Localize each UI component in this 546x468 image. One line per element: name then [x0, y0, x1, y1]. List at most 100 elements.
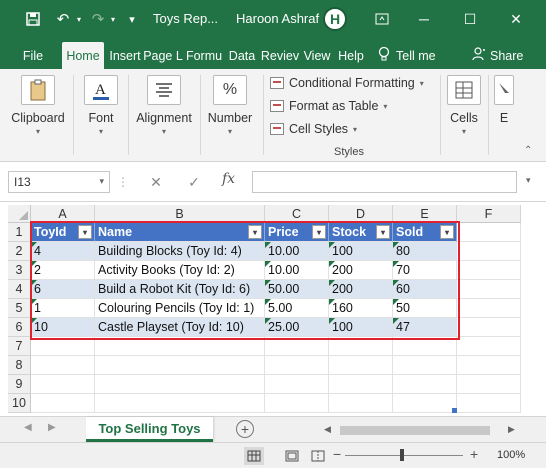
expand-formula-bar-icon[interactable]: ▾: [526, 175, 531, 186]
scrollbar-thumb[interactable]: [340, 426, 490, 435]
worksheet-grid[interactable]: A B C D E F 1 2 3 4 5 6 7 8 9 10 ToyId ▾ Name ▾ Price ▾ Stock ▾…: [8, 205, 530, 416]
column-header-f[interactable]: F: [457, 205, 521, 223]
filter-dropdown-icon[interactable]: ▾: [440, 225, 454, 239]
table-cell[interactable]: 50.00: [265, 280, 329, 299]
maximize-icon[interactable]: ☐: [450, 0, 490, 38]
row-header-6[interactable]: 6: [8, 318, 31, 337]
share-button[interactable]: Share: [472, 42, 523, 69]
column-header-d[interactable]: D: [329, 205, 393, 223]
customize-qat-icon[interactable]: ▾: [124, 0, 140, 38]
table-cell[interactable]: 5.00: [265, 299, 329, 318]
cell-f1[interactable]: [457, 223, 521, 242]
filter-dropdown-icon[interactable]: ▾: [312, 225, 326, 239]
table-header-cell[interactable]: ToyId ▾: [31, 223, 95, 242]
cells-group[interactable]: Cells ▾: [445, 69, 483, 161]
table-cell[interactable]: 10.00: [265, 261, 329, 280]
select-all-corner[interactable]: [8, 205, 31, 223]
zoom-level[interactable]: 100%: [497, 449, 525, 461]
cell-f9[interactable]: [457, 375, 521, 394]
table-cell[interactable]: 10.00: [265, 242, 329, 261]
table-cell[interactable]: 200: [329, 261, 393, 280]
zoom-slider-track[interactable]: [345, 455, 463, 456]
cell-e9[interactable]: [393, 375, 457, 394]
row-header-5[interactable]: 5: [8, 299, 31, 318]
row-header-1[interactable]: 1: [8, 223, 31, 242]
redo-dropdown-icon[interactable]: ▾: [108, 0, 118, 38]
table-cell[interactable]: 1: [31, 299, 95, 318]
enter-icon[interactable]: ✓: [184, 171, 204, 193]
table-cell[interactable]: 200: [329, 280, 393, 299]
page-layout-view-icon[interactable]: [282, 447, 302, 465]
undo-icon[interactable]: ↶: [50, 0, 76, 38]
table-cell[interactable]: 50: [393, 299, 457, 318]
chevron-down-icon[interactable]: ▾: [99, 176, 104, 187]
formula-input[interactable]: [252, 171, 517, 193]
insert-function-icon[interactable]: fx: [222, 171, 235, 187]
row-header-3[interactable]: 3: [8, 261, 31, 280]
cell-d10[interactable]: [329, 394, 393, 413]
table-header-cell[interactable]: Sold ▾: [393, 223, 457, 242]
redo-icon[interactable]: ↷: [88, 0, 108, 38]
table-cell[interactable]: 6: [31, 280, 95, 299]
table-cell[interactable]: 100: [329, 318, 393, 337]
row-header-10[interactable]: 10: [8, 394, 31, 413]
tab-insert[interactable]: Insert: [107, 42, 143, 69]
table-header-cell[interactable]: Stock ▾: [329, 223, 393, 242]
cell-b10[interactable]: [95, 394, 265, 413]
cell-f2[interactable]: [457, 242, 521, 261]
ribbon-display-icon[interactable]: [362, 0, 402, 38]
cell-e10[interactable]: [393, 394, 457, 413]
column-header-a[interactable]: A: [31, 205, 95, 223]
table-cell[interactable]: Castle Playset (Toy Id: 10): [95, 318, 265, 337]
sheet-tab-top-selling-toys[interactable]: Top Selling Toys: [86, 417, 213, 442]
cell-c9[interactable]: [265, 375, 329, 394]
table-cell[interactable]: Building Blocks (Toy Id: 4): [95, 242, 265, 261]
table-cell[interactable]: 10: [31, 318, 95, 337]
table-cell[interactable]: Build a Robot Kit (Toy Id: 6): [95, 280, 265, 299]
table-cell[interactable]: 60: [393, 280, 457, 299]
page-break-view-icon[interactable]: [308, 447, 328, 465]
filter-dropdown-icon[interactable]: ▾: [376, 225, 390, 239]
next-sheet-icon[interactable]: ▶: [48, 422, 56, 433]
scroll-left-icon[interactable]: ◀: [324, 424, 331, 435]
more-options-icon[interactable]: ⋮: [116, 171, 130, 193]
cell-e8[interactable]: [393, 356, 457, 375]
number-group[interactable]: % Number ▾: [205, 69, 255, 161]
cell-a8[interactable]: [31, 356, 95, 375]
cell-c7[interactable]: [265, 337, 329, 356]
tell-me-box[interactable]: Tell me: [378, 42, 436, 69]
row-header-2[interactable]: 2: [8, 242, 31, 261]
table-header-cell[interactable]: Price ▾: [265, 223, 329, 242]
tab-view[interactable]: View: [302, 42, 332, 69]
cell-f5[interactable]: [457, 299, 521, 318]
row-header-7[interactable]: 7: [8, 337, 31, 356]
editing-group[interactable]: E: [494, 69, 514, 161]
row-header-8[interactable]: 8: [8, 356, 31, 375]
cell-b7[interactable]: [95, 337, 265, 356]
table-cell[interactable]: 4: [31, 242, 95, 261]
column-header-b[interactable]: B: [95, 205, 265, 223]
cell-a9[interactable]: [31, 375, 95, 394]
cell-c8[interactable]: [265, 356, 329, 375]
table-cell[interactable]: 70: [393, 261, 457, 280]
user-name[interactable]: Haroon Ashraf: [236, 11, 319, 26]
minimize-icon[interactable]: ─: [404, 0, 444, 38]
cell-a7[interactable]: [31, 337, 95, 356]
zoom-out-icon[interactable]: −: [333, 446, 341, 462]
cell-d8[interactable]: [329, 356, 393, 375]
undo-dropdown-icon[interactable]: ▾: [74, 0, 84, 38]
clipboard-group[interactable]: Clipboard ▾: [8, 69, 68, 161]
cell-f8[interactable]: [457, 356, 521, 375]
add-sheet-icon[interactable]: +: [236, 420, 254, 438]
table-cell[interactable]: 25.00: [265, 318, 329, 337]
cell-c10[interactable]: [265, 394, 329, 413]
zoom-slider-thumb[interactable]: [400, 449, 404, 461]
cell-f7[interactable]: [457, 337, 521, 356]
filter-dropdown-icon[interactable]: ▾: [248, 225, 262, 239]
close-icon[interactable]: ✕: [496, 0, 536, 38]
save-icon[interactable]: [22, 0, 44, 38]
column-header-e[interactable]: E: [393, 205, 457, 223]
table-resize-handle[interactable]: [452, 408, 457, 413]
cell-b8[interactable]: [95, 356, 265, 375]
cell-styles-button[interactable]: Cell Styles ▾: [270, 119, 357, 139]
